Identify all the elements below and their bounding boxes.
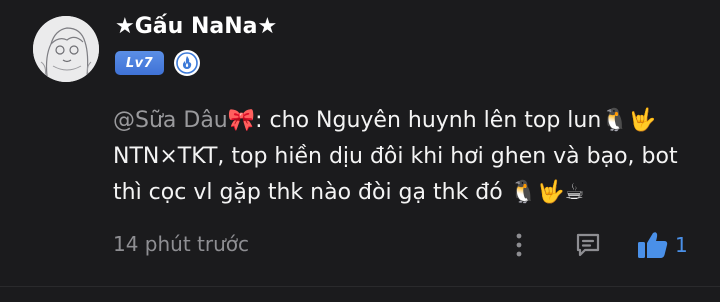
sketch-avatar-icon — [33, 16, 99, 82]
comment-content: @Sữa Dâu🎀: cho Nguyên huynh lên top lun🐧… — [113, 103, 703, 211]
rank-badge — [174, 50, 200, 76]
comment-line-3: thì cọc vl gặp thk nào đòi gạ thk đó 🐧🤟☕ — [113, 180, 585, 205]
divider — [0, 286, 720, 287]
blue-flame-rank-icon — [176, 52, 198, 74]
avatar[interactable] — [33, 16, 99, 82]
more-options-button[interactable] — [508, 228, 530, 262]
like-count: 1 — [675, 233, 688, 257]
comment-item: ★Gấu NaNa★ Lv7 @Sữa Dâu🎀: cho Nguyên huy… — [0, 0, 720, 302]
thumbs-up-icon — [638, 232, 668, 258]
comment-reply-icon — [576, 233, 600, 257]
timestamp: 14 phút trước — [113, 232, 250, 256]
comment-line-1: @Sữa Dâu🎀: cho Nguyên huynh lên top lun🐧… — [113, 103, 703, 139]
mention-link[interactable]: @Sữa Dâu🎀 — [113, 108, 255, 133]
level-badge: Lv7 — [115, 51, 164, 75]
username[interactable]: ★Gấu NaNa★ — [115, 14, 277, 39]
reply-button[interactable] — [571, 229, 605, 261]
comment-line-2: NTN×TKT, top hiền dịu đôi khi hơi ghen v… — [113, 144, 678, 169]
like-button[interactable]: 1 — [637, 228, 688, 262]
comment-text-1: : cho Nguyên huynh lên top lun🐧🤟 — [255, 108, 657, 133]
more-vertical-icon — [516, 233, 522, 257]
